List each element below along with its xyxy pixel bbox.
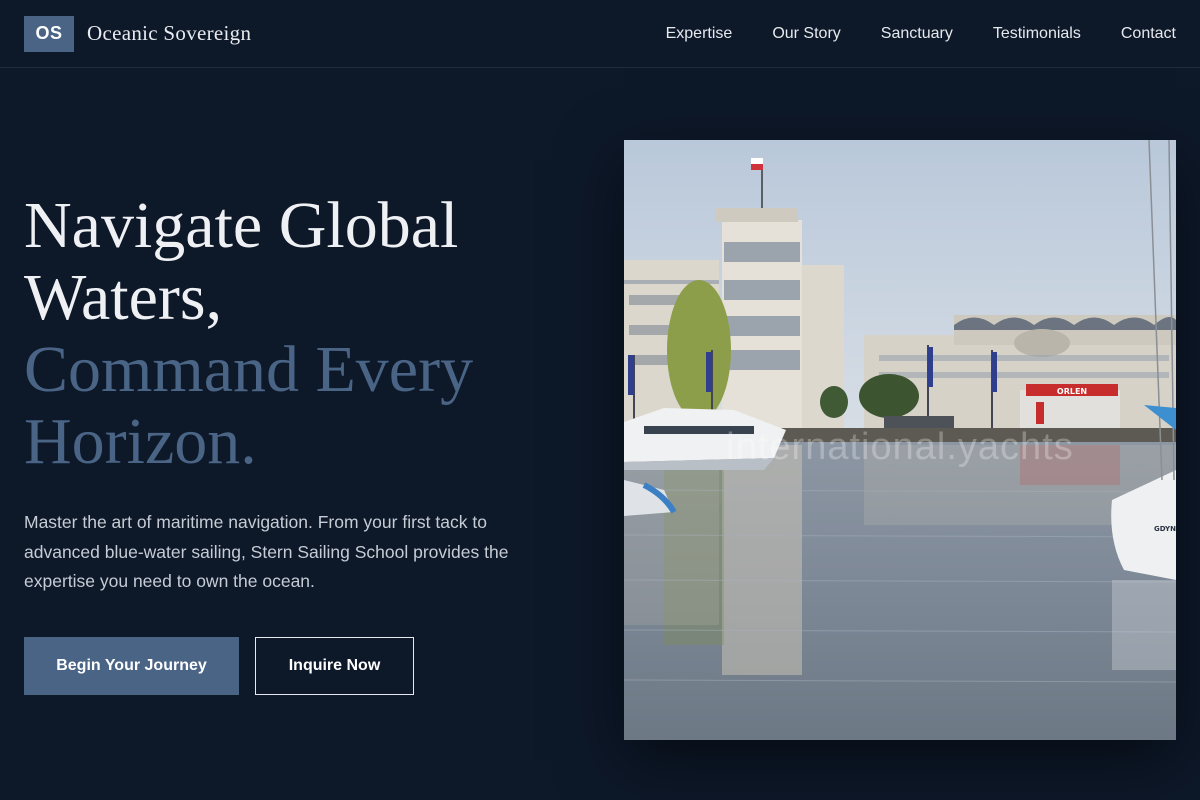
hero-content: Navigate Global Waters, Command Every Ho… [24,190,584,695]
top-nav: OS Oceanic Sovereign Expertise Our Story… [0,0,1200,68]
nav-links: Expertise Our Story Sanctuary Testimonia… [666,25,1176,43]
headline-line-3: Command Every [24,333,474,406]
hero-actions: Begin Your Journey Inquire Now [24,636,584,695]
headline-line-2: Waters, [24,261,223,334]
boat-name: GDYNI [1154,525,1176,533]
nav-link-expertise[interactable]: Expertise [666,25,733,43]
brand[interactable]: OS Oceanic Sovereign [24,15,251,52]
hero-marina-image: ORLEN GDYNI internati [624,140,1176,740]
flag [751,158,763,164]
headline-line-1: Navigate Global [24,189,459,262]
hero-headline: Navigate Global Waters, Command Every Ho… [24,190,584,478]
nav-link-our-story[interactable]: Our Story [772,25,840,43]
inquire-now-button[interactable]: Inquire Now [255,636,414,695]
nav-link-testimonials[interactable]: Testimonials [993,25,1081,43]
hero-lead-text: Master the art of maritime navigation. F… [24,512,509,591]
headline-line-4: Horizon. [24,405,257,478]
nav-link-sanctuary[interactable]: Sanctuary [881,25,953,43]
nav-link-contact[interactable]: Contact [1121,25,1176,43]
brand-name[interactable]: Oceanic Sovereign [87,21,251,46]
logo-badge[interactable]: OS [24,15,74,52]
begin-journey-button[interactable]: Begin Your Journey [24,636,239,695]
station-sign: ORLEN [1057,387,1087,396]
tree [667,280,731,420]
image-watermark: international.yachts [726,426,1074,468]
